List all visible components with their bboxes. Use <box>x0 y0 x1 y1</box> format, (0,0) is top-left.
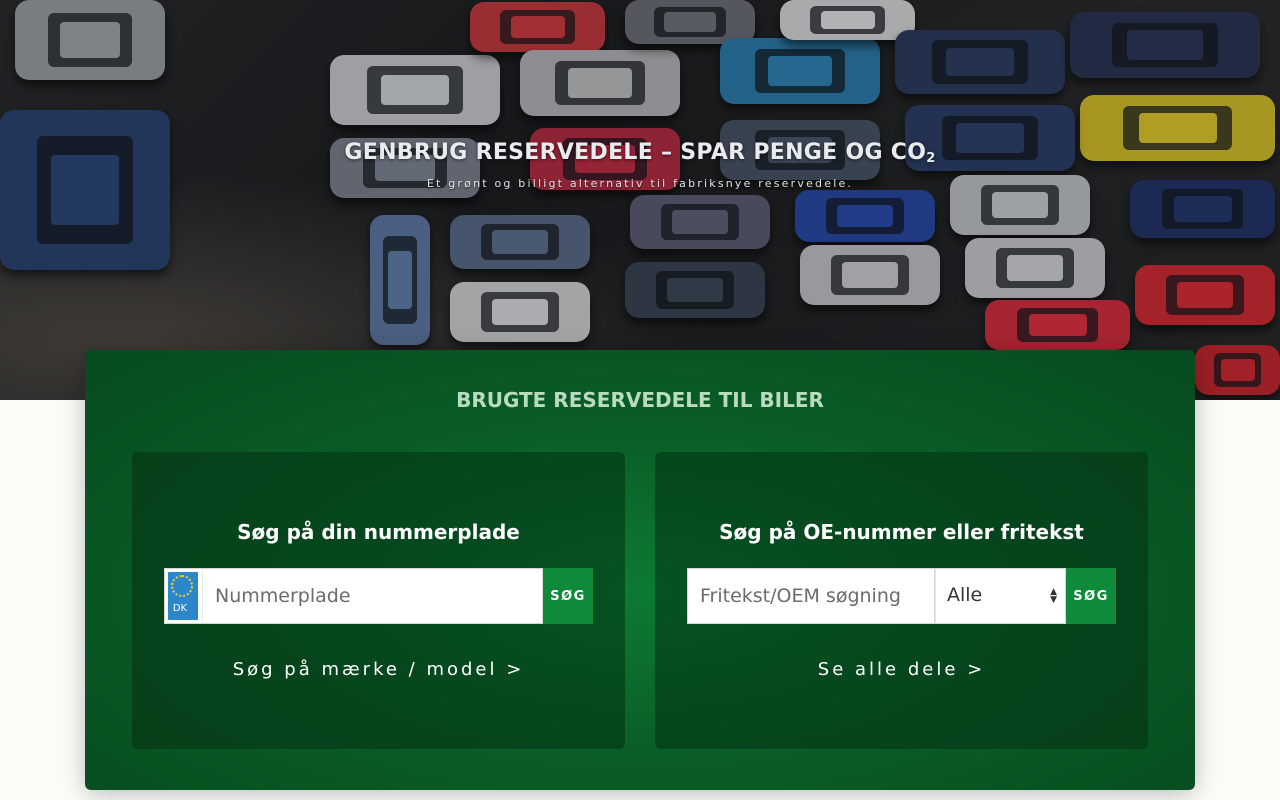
brand-model-search-link[interactable]: Søg på mærke / model > <box>132 659 625 680</box>
hero-overlay <box>0 0 1280 400</box>
hero-subtitle: Et grønt og billigt alternativ til fabri… <box>426 177 854 190</box>
panel-title: BRUGTE RESERVEDELE TIL BILER <box>456 388 824 412</box>
search-panel: BRUGTE RESERVEDELE TIL BILER Søg på din … <box>85 350 1195 790</box>
text-search-title: Søg på OE-nummer eller fritekst <box>719 520 1084 544</box>
plate-search-row: DK SØG <box>164 568 593 624</box>
category-select-value: Alle <box>947 584 983 606</box>
text-search-button[interactable]: SØG <box>1066 568 1116 624</box>
text-search-row: Alle ▲▼ SØG <box>687 568 1116 624</box>
plate-search-card: Søg på din nummerplade DK SØG Søg på mær… <box>132 452 625 749</box>
updown-arrows-icon: ▲ ▼ <box>1050 587 1057 605</box>
hero-banner: GENBRUG RESERVEDELE – SPAR PENGE OG CO2 … <box>0 0 1280 400</box>
country-code: DK <box>172 603 188 614</box>
text-search-card: Søg på OE-nummer eller fritekst Alle ▲▼ … <box>655 452 1148 749</box>
plate-search-button[interactable]: SØG <box>543 568 593 624</box>
hero-title-subscript: 2 <box>926 151 936 166</box>
eu-plate-badge: DK <box>164 568 202 624</box>
category-select[interactable]: Alle ▲ ▼ <box>935 568 1066 624</box>
plate-search-title: Søg på din nummerplade <box>237 520 520 544</box>
eu-stars-icon <box>171 575 193 597</box>
license-plate-input[interactable] <box>202 568 543 624</box>
freetext-oem-input[interactable] <box>687 568 935 624</box>
hero-title: GENBRUG RESERVEDELE – SPAR PENGE OG CO2 <box>344 140 936 166</box>
see-all-parts-link[interactable]: Se alle dele > <box>655 659 1148 680</box>
